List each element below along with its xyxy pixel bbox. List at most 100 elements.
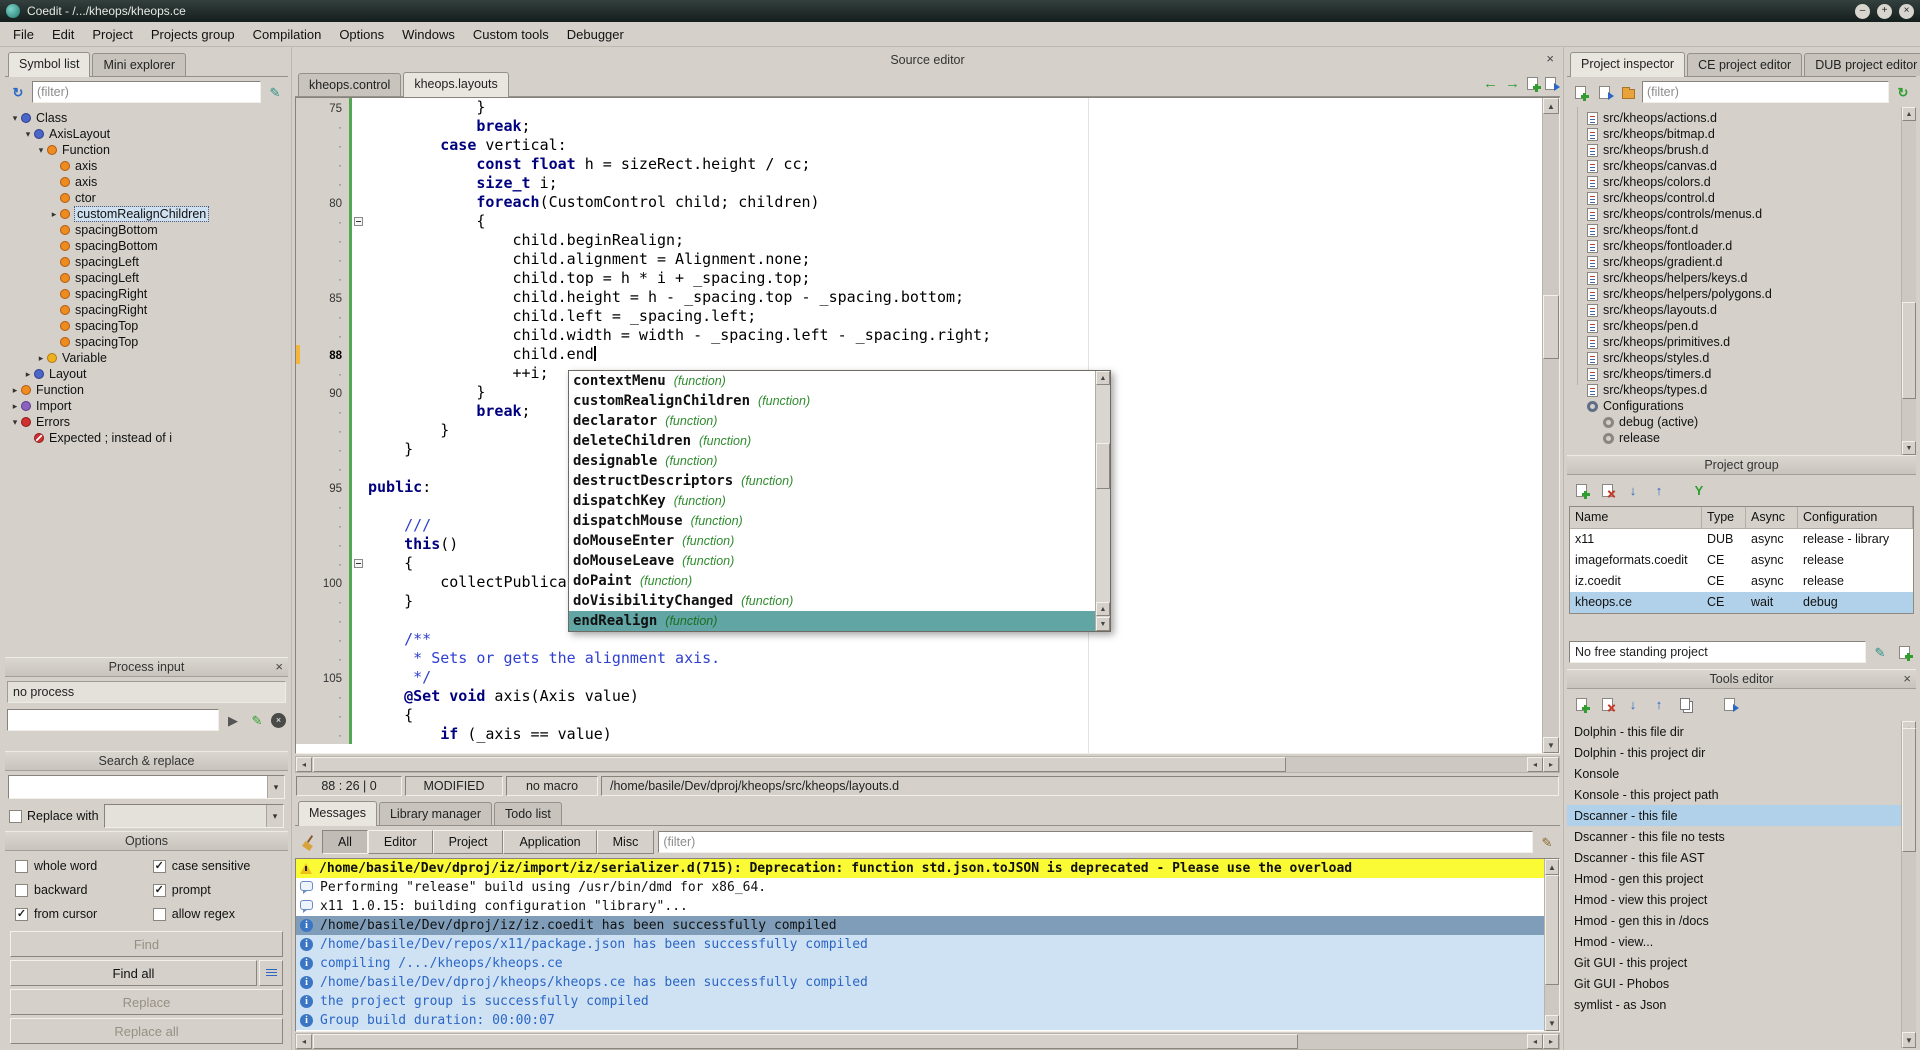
symbol-tree-item[interactable]: spacingRight bbox=[5, 286, 288, 302]
project-file-item[interactable]: src/kheops/primitives.d bbox=[1573, 334, 1902, 350]
completion-item[interactable]: doMouseEnter(function) bbox=[569, 531, 1095, 551]
menu-item-windows[interactable]: Windows bbox=[393, 24, 464, 45]
scroll-up-icon[interactable]: ▲ bbox=[1902, 107, 1916, 121]
tool-item[interactable]: Hmod - view... bbox=[1567, 931, 1916, 952]
move-project-down-icon[interactable]: ↓ bbox=[1623, 480, 1643, 500]
project-file-item[interactable]: src/kheops/canvas.d bbox=[1573, 158, 1902, 174]
code-line[interactable]: · { bbox=[296, 706, 1542, 725]
completion-scrollbar[interactable]: ▲ ▲ ▼ bbox=[1095, 371, 1110, 631]
checkbox-checked-icon[interactable]: ✓ bbox=[153, 884, 166, 897]
run-tool-icon[interactable] bbox=[1719, 694, 1739, 714]
code-line[interactable]: · case vertical: bbox=[296, 136, 1542, 155]
code-line[interactable]: 80 foreach(CustomControl child; children… bbox=[296, 193, 1542, 212]
gutter-cell[interactable]: · bbox=[296, 364, 352, 383]
gutter-cell[interactable]: · bbox=[296, 687, 352, 706]
code-line[interactable]: 105 */ bbox=[296, 668, 1542, 687]
move-project-up-icon[interactable]: ↑ bbox=[1649, 480, 1669, 500]
completion-scroll-thumb[interactable] bbox=[1096, 443, 1110, 489]
gutter-cell[interactable]: · bbox=[296, 117, 352, 136]
clone-tool-icon[interactable] bbox=[1675, 694, 1695, 714]
editor-hscroll-thumb[interactable] bbox=[313, 757, 1286, 772]
tab-symbol-list[interactable]: Symbol list bbox=[8, 52, 90, 77]
clear-messages-icon[interactable] bbox=[298, 832, 318, 852]
expand-down-icon[interactable]: ▾ bbox=[9, 418, 21, 427]
project-file-item[interactable]: debug (active) bbox=[1573, 414, 1902, 430]
gutter-cell[interactable]: · bbox=[296, 421, 352, 440]
refresh-inspector-icon[interactable]: ↻ bbox=[1893, 82, 1913, 102]
expand-right-icon[interactable]: ▸ bbox=[35, 354, 47, 363]
menu-item-debugger[interactable]: Debugger bbox=[558, 24, 633, 45]
symbol-tree-item[interactable]: ▾Class bbox=[5, 110, 288, 126]
tool-item[interactable]: Hmod - gen this project bbox=[1567, 868, 1916, 889]
project-file-item[interactable]: release bbox=[1573, 430, 1902, 446]
editor-vscrollbar[interactable]: ▲ ▼ bbox=[1542, 98, 1559, 753]
project-file-item[interactable]: src/kheops/helpers/polygons.d bbox=[1573, 286, 1902, 302]
menu-item-projects-group[interactable]: Projects group bbox=[142, 24, 244, 45]
gutter-cell[interactable]: · bbox=[296, 174, 352, 193]
column-header[interactable]: Type bbox=[1702, 507, 1746, 528]
project-row[interactable]: x11DUBasyncrelease - library bbox=[1570, 529, 1913, 550]
edit-free-standing-icon[interactable]: ✎ bbox=[1870, 642, 1890, 662]
message-row[interactable]: i/home/basile/Dev/repos/x11/package.json… bbox=[296, 935, 1544, 954]
symbol-filter-input[interactable] bbox=[32, 81, 261, 103]
go-forward-icon[interactable]: → bbox=[1505, 75, 1520, 92]
project-file-item[interactable]: src/kheops/colors.d bbox=[1573, 174, 1902, 190]
editor-hscrollbar[interactable]: ◂ ◂ ▸ bbox=[295, 756, 1560, 773]
project-file-item[interactable]: src/kheops/fontloader.d bbox=[1573, 238, 1902, 254]
scroll-down-icon[interactable]: ▼ bbox=[1545, 1015, 1559, 1031]
replace-combo[interactable]: ▾ bbox=[104, 804, 284, 828]
fold-icon[interactable] bbox=[354, 559, 363, 568]
symbol-tree-item[interactable]: ▸Import bbox=[5, 398, 288, 414]
tab-kheops-control[interactable]: kheops.control bbox=[298, 73, 401, 96]
tool-item[interactable]: Git GUI - Phobos bbox=[1567, 973, 1916, 994]
code-line[interactable]: · child.top = h * i + _spacing.top; bbox=[296, 269, 1542, 288]
gutter-cell[interactable]: 90 bbox=[296, 383, 352, 402]
filter-project-button[interactable]: Project bbox=[433, 830, 504, 854]
completion-item[interactable]: doMouseLeave(function) bbox=[569, 551, 1095, 571]
remove-tool-icon[interactable] bbox=[1597, 694, 1617, 714]
tool-item[interactable]: Hmod - gen this in /docs bbox=[1567, 910, 1916, 931]
completion-item[interactable]: customRealignChildren(function) bbox=[569, 391, 1095, 411]
search-combo[interactable]: ▾ bbox=[8, 775, 285, 799]
project-file-item[interactable]: src/kheops/types.d bbox=[1573, 382, 1902, 398]
code-line[interactable]: · child.left = _spacing.left; bbox=[296, 307, 1542, 326]
symbol-tree-item[interactable]: ▸Layout bbox=[5, 366, 288, 382]
completion-item[interactable]: dispatchMouse(function) bbox=[569, 511, 1095, 531]
project-file-item[interactable]: src/kheops/bitmap.d bbox=[1573, 126, 1902, 142]
gutter-cell[interactable]: · bbox=[296, 497, 352, 516]
project-file-item[interactable]: src/kheops/control.d bbox=[1573, 190, 1902, 206]
symbol-tree-item[interactable]: ▾Function bbox=[5, 142, 288, 158]
code-line[interactable]: · child.alignment = Alignment.none; bbox=[296, 250, 1542, 269]
replace-all-button[interactable]: Replace all bbox=[10, 1018, 283, 1044]
code-line[interactable]: 75 } bbox=[296, 98, 1542, 117]
menu-item-compilation[interactable]: Compilation bbox=[244, 24, 331, 45]
tool-item[interactable]: symlist - as Json bbox=[1567, 994, 1916, 1015]
symbol-tree-item[interactable]: spacingLeft bbox=[5, 270, 288, 286]
open-file-icon[interactable] bbox=[1545, 77, 1556, 90]
scroll-left-icon[interactable]: ◂ bbox=[296, 757, 312, 772]
tab-todo-list[interactable]: Todo list bbox=[494, 802, 562, 825]
gutter-cell[interactable]: · bbox=[296, 402, 352, 421]
gutter-cell[interactable]: · bbox=[296, 155, 352, 174]
symbol-tree-item[interactable]: spacingTop bbox=[5, 334, 288, 350]
search-dropdown-icon[interactable]: ▾ bbox=[267, 776, 284, 798]
send-input-icon[interactable]: ▶ bbox=[223, 710, 243, 730]
replace-term-field[interactable] bbox=[105, 805, 266, 827]
project-row[interactable]: kheops.ceCEwaitdebug bbox=[1570, 592, 1913, 613]
completion-item[interactable]: dispatchKey(function) bbox=[569, 491, 1095, 511]
gutter-cell[interactable]: · bbox=[296, 706, 352, 725]
find-button[interactable]: Find bbox=[10, 931, 283, 957]
code-line[interactable]: · size_t i; bbox=[296, 174, 1542, 193]
scroll-down-icon[interactable]: ▼ bbox=[1096, 617, 1110, 631]
add-tool-icon[interactable] bbox=[1571, 694, 1591, 714]
inspector-filter-input[interactable] bbox=[1642, 81, 1889, 103]
symbol-tree-item[interactable]: ▾Errors bbox=[5, 414, 288, 430]
gutter-cell[interactable]: · bbox=[296, 611, 352, 630]
gutter-cell[interactable]: · bbox=[296, 459, 352, 478]
menu-item-file[interactable]: File bbox=[4, 24, 43, 45]
symbol-tree-item[interactable]: ▸customRealignChildren bbox=[5, 206, 288, 222]
remove-project-icon[interactable] bbox=[1597, 480, 1617, 500]
filter-application-button[interactable]: Application bbox=[503, 830, 596, 854]
code-line[interactable]: · break; bbox=[296, 117, 1542, 136]
message-row[interactable]: ithe project group is successfully compi… bbox=[296, 992, 1544, 1011]
